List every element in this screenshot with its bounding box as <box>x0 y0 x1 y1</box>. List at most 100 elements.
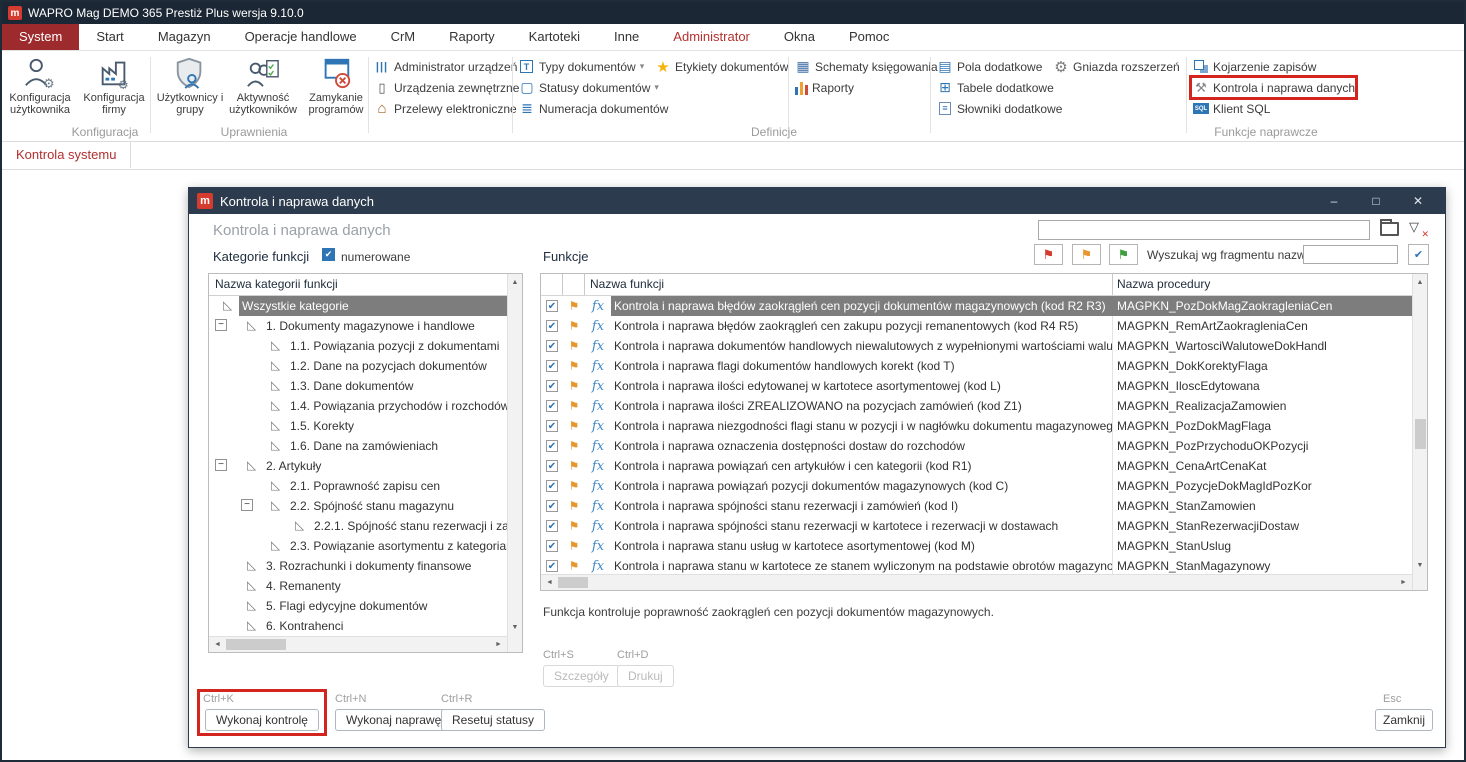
row-checkbox[interactable]: ✔ <box>546 380 558 392</box>
collapse-expander-icon[interactable]: − <box>241 499 253 511</box>
ribbon-button-konfiguracja-firmy[interactable]: ⚙ Konfiguracja firmy <box>78 54 150 126</box>
scroll-thumb[interactable] <box>558 577 588 588</box>
procedure-name-header[interactable]: Nazwa procedury <box>1112 274 1412 295</box>
row-checkbox[interactable]: ✔ <box>546 560 558 572</box>
reset-statuses-button[interactable]: Resetuj statusy <box>441 709 545 731</box>
tree-item[interactable]: ◺1.4. Powiązania przychodów i rozchodów <box>209 396 507 416</box>
function-row[interactable]: ✔⚑fxKontrola i naprawa spójności stanu r… <box>541 496 1412 516</box>
ribbon-item[interactable]: Klient SQL <box>1192 99 1355 118</box>
ribbon-item[interactable]: Urządzenia zewnętrzne <box>373 78 519 97</box>
row-checkbox[interactable]: ✔ <box>546 520 558 532</box>
check-confirm-icon[interactable]: ✔ <box>1408 244 1429 265</box>
row-checkbox[interactable]: ✔ <box>546 460 558 472</box>
menu-tab-administrator[interactable]: Administrator <box>656 24 767 50</box>
tree-item[interactable]: ◺2.2.1. Spójność stanu rezerwacji i zamó <box>209 516 507 536</box>
ribbon-item[interactable]: Tabele dodatkowe <box>936 78 1062 97</box>
ribbon-button-zamykanie-programow[interactable]: Zamykanie programów <box>300 54 372 126</box>
ribbon-item[interactable]: Pola dodatkowe <box>936 57 1062 76</box>
ribbon-item[interactable]: Etykiety dokumentów <box>654 57 788 76</box>
ribbon-item[interactable]: Kontrola i naprawa danych <box>1192 78 1355 97</box>
function-row[interactable]: ✔⚑fxKontrola i naprawa dokumentów handlo… <box>541 336 1412 356</box>
tree-item[interactable]: ◺2.1. Poprawność zapisu cen <box>209 476 507 496</box>
tree-item[interactable]: ◺2.3. Powiązanie asortymentu z kategoria… <box>209 536 507 556</box>
row-checkbox[interactable]: ✔ <box>546 360 558 372</box>
menu-tab-pomoc[interactable]: Pomoc <box>832 24 906 50</box>
menu-tab-inne[interactable]: Inne <box>597 24 656 50</box>
numbered-checkbox[interactable]: ✔ <box>322 248 335 261</box>
filter-input[interactable] <box>1038 220 1370 240</box>
scroll-thumb[interactable] <box>226 639 286 650</box>
row-checkbox[interactable]: ✔ <box>546 320 558 332</box>
scroll-right-icon[interactable]: ► <box>1396 575 1411 590</box>
function-row[interactable]: ✔⚑fxKontrola i naprawa niezgodności flag… <box>541 416 1412 436</box>
function-row[interactable]: ✔⚑fxKontrola i naprawa powiązań cen arty… <box>541 456 1412 476</box>
scroll-right-icon[interactable]: ► <box>491 637 506 652</box>
tree-vertical-scrollbar[interactable]: ▲ ▼ <box>507 274 522 652</box>
details-button[interactable]: Szczegóły <box>543 665 620 687</box>
tree-item[interactable]: ◺1.1. Powiązania pozycji z dokumentami <box>209 336 507 356</box>
ribbon-item[interactable]: Statusy dokumentów▾ <box>518 78 668 97</box>
maximize-button[interactable]: □ <box>1355 188 1397 214</box>
print-button[interactable]: Drukuj <box>617 665 674 687</box>
menu-tab-okna[interactable]: Okna <box>767 24 832 50</box>
function-row[interactable]: ✔⚑fxKontrola i naprawa oznaczenia dostęp… <box>541 436 1412 456</box>
ribbon-item[interactable]: Typy dokumentów▾ <box>518 57 668 76</box>
flag-green-filter-button[interactable]: ⚑ <box>1109 244 1138 265</box>
ribbon-button-aktywnosc-uzytkownikow[interactable]: Aktywność użytkowników <box>224 54 302 126</box>
row-checkbox[interactable]: ✔ <box>546 540 558 552</box>
tab-kontrola-systemu[interactable]: Kontrola systemu <box>2 142 131 168</box>
row-checkbox[interactable]: ✔ <box>546 400 558 412</box>
ribbon-item[interactable]: Gniazda rozszerzeń <box>1052 57 1180 76</box>
function-row[interactable]: ✔⚑fxKontrola i naprawa flagi dokumentów … <box>541 356 1412 376</box>
tree-item[interactable]: ◺Wszystkie kategorie <box>209 296 507 316</box>
menu-tab-start[interactable]: Start <box>79 24 140 50</box>
filter-clear-icon[interactable] <box>1409 219 1427 239</box>
tree-item[interactable]: ◺3. Rozrachunki i dokumenty finansowe <box>209 556 507 576</box>
close-button[interactable]: ✕ <box>1397 188 1439 214</box>
table-vertical-scrollbar[interactable]: ▲ ▼ <box>1412 274 1427 590</box>
ribbon-item[interactable]: Raporty <box>794 78 938 97</box>
ribbon-item[interactable]: Numeracja dokumentów <box>518 99 668 118</box>
folder-icon[interactable] <box>1380 222 1399 236</box>
tree-item[interactable]: ◺4. Remanenty <box>209 576 507 596</box>
function-row[interactable]: ✔⚑fxKontrola i naprawa powiązań pozycji … <box>541 476 1412 496</box>
tree-item[interactable]: ◺6. Kontrahenci <box>209 616 507 636</box>
scroll-down-icon[interactable]: ▼ <box>508 620 522 635</box>
collapse-expander-icon[interactable]: − <box>215 459 227 471</box>
row-checkbox[interactable]: ✔ <box>546 300 558 312</box>
close-dialog-button[interactable]: Zamknij <box>1375 709 1433 731</box>
function-name-header[interactable]: Nazwa funkcji <box>585 274 1112 295</box>
function-row[interactable]: ✔⚑fxKontrola i naprawa stanu usług w kar… <box>541 536 1412 556</box>
minimize-button[interactable]: – <box>1313 188 1355 214</box>
tree-horizontal-scrollbar[interactable]: ◄ ► <box>209 636 507 652</box>
row-checkbox[interactable]: ✔ <box>546 340 558 352</box>
function-row[interactable]: ✔⚑fxKontrola i naprawa ilości edytowanej… <box>541 376 1412 396</box>
function-row[interactable]: ✔⚑fxKontrola i naprawa ilości ZREALIZOWA… <box>541 396 1412 416</box>
ribbon-item[interactable]: Administrator urządzeń <box>373 57 519 76</box>
run-check-button[interactable]: Wykonaj kontrolę <box>205 709 319 731</box>
scroll-left-icon[interactable]: ◄ <box>542 575 557 590</box>
tree-item[interactable]: −◺2. Artykuły <box>209 456 507 476</box>
flag-orange-filter-button[interactable]: ⚑ <box>1072 244 1101 265</box>
menu-tab-raporty[interactable]: Raporty <box>432 24 512 50</box>
scroll-down-icon[interactable]: ▼ <box>1413 558 1427 573</box>
scroll-up-icon[interactable]: ▲ <box>1413 275 1427 290</box>
collapse-expander-icon[interactable]: − <box>215 319 227 331</box>
tree-item[interactable]: ◺5. Flagi edycyjne dokumentów <box>209 596 507 616</box>
tree-item[interactable]: ◺1.5. Korekty <box>209 416 507 436</box>
menu-tab-kartoteki[interactable]: Kartoteki <box>512 24 597 50</box>
ribbon-item[interactable]: Przelewy elektroniczne <box>373 99 519 118</box>
menu-tab-operacje-handlowe[interactable]: Operacje handlowe <box>228 24 374 50</box>
row-checkbox[interactable]: ✔ <box>546 480 558 492</box>
tree-item[interactable]: ◺1.3. Dane dokumentów <box>209 376 507 396</box>
ribbon-button-konfiguracja-uzytkownika[interactable]: ⚙ Konfiguracja użytkownika <box>4 54 76 126</box>
function-row[interactable]: ✔⚑fxKontrola i naprawa błędów zaokrągleń… <box>541 316 1412 336</box>
table-horizontal-scrollbar[interactable]: ◄ ► <box>541 574 1412 590</box>
row-checkbox[interactable]: ✔ <box>546 420 558 432</box>
function-row[interactable]: ✔⚑fxKontrola i naprawa spójności stanu r… <box>541 516 1412 536</box>
dialog-titlebar[interactable]: m Kontrola i naprawa danych – □ ✕ <box>189 188 1445 214</box>
row-checkbox[interactable]: ✔ <box>546 440 558 452</box>
function-row[interactable]: ✔⚑fxKontrola i naprawa błędów zaokrągleń… <box>541 296 1412 316</box>
ribbon-item[interactable]: Kojarzenie zapisów <box>1192 57 1355 76</box>
menu-tab-magazyn[interactable]: Magazyn <box>141 24 228 50</box>
